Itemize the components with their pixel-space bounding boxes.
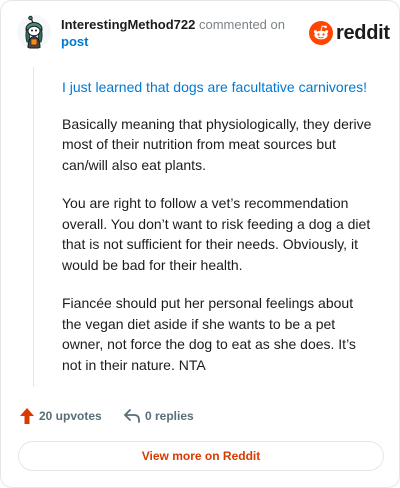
username-link[interactable]: InterestingMethod722: [61, 17, 195, 32]
comment-meta: InterestingMethod722 commented on post: [61, 17, 311, 51]
upvote-arrow-icon: [20, 408, 34, 424]
comment-quote: I just learned that dogs are facultative…: [62, 79, 368, 95]
reply-button[interactable]: 0 replies: [123, 405, 194, 427]
brand-wordmark: reddit: [336, 22, 390, 44]
view-more-button[interactable]: View more on Reddit: [18, 441, 384, 471]
post-link[interactable]: post: [61, 33, 311, 51]
comment-header: InterestingMethod722 commented on post r…: [17, 15, 390, 51]
reply-count: 0 replies: [145, 409, 194, 423]
comment-paragraph-3: Fiancée should put her personal feelings…: [62, 295, 356, 373]
avatar-icon[interactable]: [17, 15, 51, 49]
reddit-logo-icon: [309, 21, 333, 45]
thread-line: [33, 67, 34, 387]
upvote-count: 20 upvotes: [39, 409, 102, 423]
action-text: commented on: [198, 17, 285, 32]
comment-paragraph-1: Basically meaning that physiologically, …: [62, 115, 372, 173]
comment-paragraph-2: You are right to follow a vet’s recommen…: [62, 195, 371, 273]
reddit-brand[interactable]: reddit: [309, 21, 390, 45]
comment-body: I just learned that dogs are facultative…: [62, 77, 374, 393]
comment-footer: 20 upvotes 0 replies: [19, 405, 319, 427]
upvote-button[interactable]: 20 upvotes: [19, 405, 102, 427]
meta-line: InterestingMethod722 commented on: [61, 17, 311, 33]
comment-embed-card: InterestingMethod722 commented on post r…: [0, 0, 400, 488]
reply-arrow-icon: [124, 409, 140, 423]
